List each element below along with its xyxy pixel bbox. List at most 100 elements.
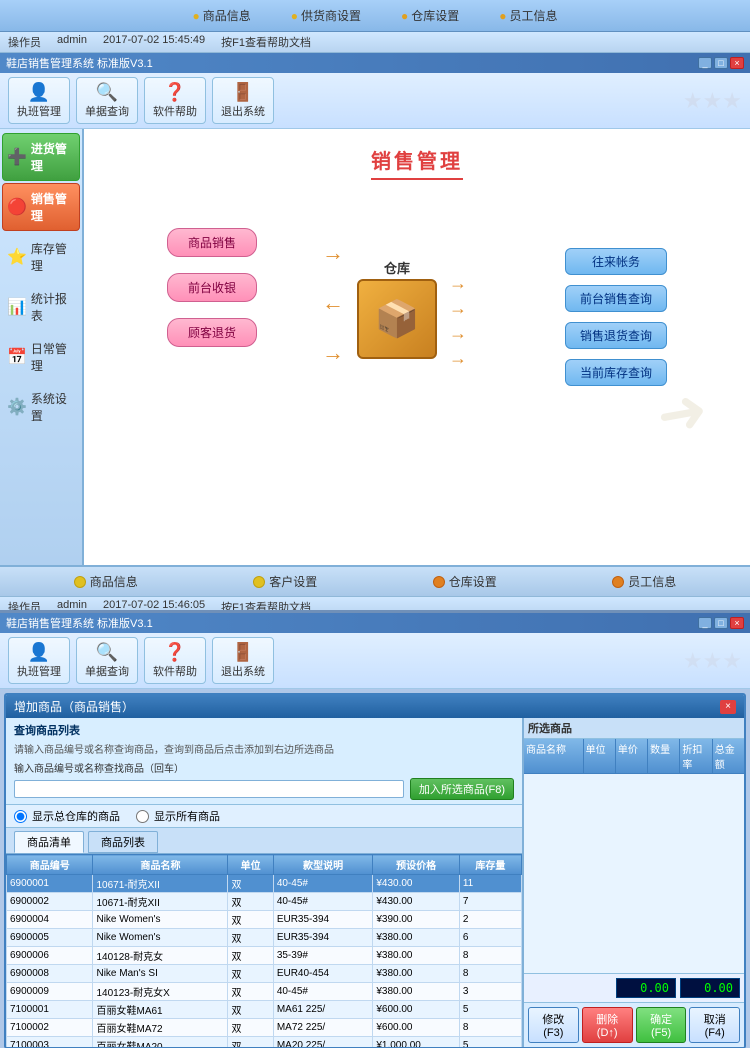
- close-btn-1[interactable]: ×: [730, 57, 744, 69]
- help-btn-2[interactable]: ❓ 软件帮助: [144, 637, 206, 684]
- operator-name-b1: admin: [57, 599, 87, 610]
- sidebar-item-sales[interactable]: 🔴 销售管理: [2, 183, 80, 231]
- bottom-nav-staff[interactable]: 员工信息: [612, 573, 676, 590]
- radio-total-warehouse[interactable]: 显示总仓库的商品: [14, 808, 120, 824]
- daily-label: 日常管理: [31, 340, 75, 374]
- sales-label: 销售管理: [31, 190, 75, 224]
- amount-total-display: 0.00: [616, 978, 676, 998]
- dialog-title-text: 增加商品（商品销售）: [14, 698, 134, 715]
- exit-icon: 🚪: [232, 82, 254, 103]
- reports-icon: 📊: [7, 297, 27, 317]
- operator-label-b1: 操作员: [8, 599, 41, 610]
- table-row[interactable]: 6900005Nike Women's双EUR35-394¥380.006: [7, 929, 522, 947]
- sel-col-name: 商品名称: [524, 739, 584, 773]
- table-row[interactable]: 7100001百丽女鞋MA61双MA61 225/¥600.005: [7, 1001, 522, 1019]
- table-row[interactable]: 690000110671-耐克XII双40-45#¥430.0011: [7, 875, 522, 893]
- query-icon: 🔍: [96, 82, 118, 103]
- table-tabs: 商品清单 商品列表: [6, 828, 522, 854]
- radio-all[interactable]: 显示所有商品: [136, 808, 220, 824]
- bottom-nav-warehouse[interactable]: 仓库设置: [433, 573, 497, 590]
- front-sales-query-btn[interactable]: 前台销售查询: [565, 285, 667, 312]
- action-buttons: 修改(F3) 删除(D↑) 确定(F5) 取消(F4): [524, 1002, 744, 1047]
- dialog-close-btn[interactable]: ×: [720, 700, 736, 714]
- help-btn[interactable]: ❓ 软件帮助: [144, 77, 206, 124]
- window2-controls: _ □ ×: [698, 617, 744, 629]
- warehouse-label: 仓库: [357, 258, 437, 277]
- table-row[interactable]: 7100003百丽女鞋MA20双MA20 225/¥1,000.005: [7, 1037, 522, 1048]
- tab-product-list-2[interactable]: 商品列表: [88, 831, 158, 853]
- help-icon: ❓: [164, 82, 186, 103]
- help-hint-b1: 按F1查看帮助文档: [221, 599, 311, 610]
- maximize-btn-2[interactable]: □: [714, 617, 728, 629]
- amount-right-display: 0.00: [680, 978, 740, 998]
- toolbar-1: 👤 执班管理 🔍 单据查询 ❓ 软件帮助 🚪 退出系统 ★★★: [0, 73, 750, 129]
- table-row[interactable]: 6900008Nike Man's SI双EUR40-454¥380.008: [7, 965, 522, 983]
- window1-title: 鞋店销售管理系统 标准版V3.1: [6, 55, 153, 71]
- add-selected-btn[interactable]: 加入所选商品(F8): [410, 778, 514, 800]
- sel-col-qty: 数量: [648, 739, 680, 773]
- minimize-btn-1[interactable]: _: [698, 57, 712, 69]
- bottom-nav-1: 商品信息 客户设置 仓库设置 员工信息: [0, 565, 750, 596]
- cancel-btn[interactable]: 取消(F4): [689, 1007, 740, 1043]
- top-nav-supplier[interactable]: ●供货商设置: [291, 7, 361, 24]
- exit-btn-2[interactable]: 🚪 退出系统: [212, 637, 274, 684]
- ledger-btn[interactable]: 往来帐务: [565, 248, 667, 275]
- exit-btn[interactable]: 🚪 退出系统: [212, 77, 274, 124]
- shift-label: 执班管理: [17, 103, 61, 119]
- sidebar-item-inventory[interactable]: ⭐ 库存管理: [2, 233, 80, 281]
- window2-title: 鞋店销售管理系统 标准版V3.1: [6, 615, 153, 631]
- sidebar-item-reports[interactable]: 📊 统计报表: [2, 283, 80, 331]
- confirm-btn[interactable]: 确定(F5): [636, 1007, 687, 1043]
- shift-btn[interactable]: 👤 执班管理: [8, 77, 70, 124]
- datetime-b1: 2017-07-02 15:46:05: [103, 599, 205, 610]
- product-table: 商品编号 商品名称 单位 款型说明 预设价格 库存量 690000110671-…: [6, 854, 522, 1047]
- sel-col-total: 总金额: [713, 739, 744, 773]
- query-label: 单据查询: [85, 103, 129, 119]
- settings-icon: ⚙️: [7, 397, 27, 417]
- datetime-1: 2017-07-02 15:45:49: [103, 34, 205, 50]
- product-search-input[interactable]: [14, 780, 404, 798]
- status-bar-1: 操作员 admin 2017-07-02 15:45:49 按F1查看帮助文档: [0, 32, 750, 53]
- selected-panel: 所选商品 商品名称 单位 单价 数量 折扣率 总金额 0.00 0.00: [524, 718, 744, 1047]
- product-sales-btn[interactable]: 商品销售: [167, 228, 257, 257]
- radio-group: 显示总仓库的商品 显示所有商品: [6, 805, 522, 828]
- status-bar-bottom-1: 操作员 admin 2017-07-02 15:46:05 按F1查看帮助文档: [0, 596, 750, 610]
- daily-icon: 📅: [7, 347, 27, 367]
- table-row[interactable]: 6900006140128-耐克女双35-39#¥380.008: [7, 947, 522, 965]
- minimize-btn-2[interactable]: _: [698, 617, 712, 629]
- operator-label: 操作员: [8, 34, 41, 50]
- tab-product-list-1[interactable]: 商品清单: [14, 831, 84, 853]
- query-btn[interactable]: 🔍 单据查询: [76, 77, 138, 124]
- table-row[interactable]: 6900004Nike Women's双EUR35-394¥390.002: [7, 911, 522, 929]
- sel-col-discount: 折扣率: [680, 739, 712, 773]
- edit-btn[interactable]: 修改(F3): [528, 1007, 579, 1043]
- maximize-btn-1[interactable]: □: [714, 57, 728, 69]
- window1-titlebar: 鞋店销售管理系统 标准版V3.1 _ □ ×: [0, 53, 750, 73]
- bottom-nav-goods[interactable]: 商品信息: [74, 573, 138, 590]
- sidebar-item-daily[interactable]: 📅 日常管理: [2, 333, 80, 381]
- sales-return-query-btn[interactable]: 销售退货查询: [565, 322, 667, 349]
- table-row[interactable]: 690000210671-耐克XII双40-45#¥430.007: [7, 893, 522, 911]
- sidebar-item-stock-in[interactable]: ➕ 进货管理: [2, 133, 80, 181]
- shift-btn-2[interactable]: 👤 执班管理: [8, 637, 70, 684]
- exit-label: 退出系统: [221, 103, 265, 119]
- col-price: 预设价格: [373, 855, 459, 875]
- delete-btn[interactable]: 删除(D↑): [582, 1007, 633, 1043]
- top-nav-staff[interactable]: ●员工信息: [499, 7, 557, 24]
- warehouse-box: 📦: [357, 279, 437, 359]
- reports-label: 统计报表: [31, 290, 75, 324]
- customer-return-btn[interactable]: 顾客退货: [167, 318, 257, 347]
- close-btn-2[interactable]: ×: [730, 617, 744, 629]
- front-cashier-btn[interactable]: 前台收银: [167, 273, 257, 302]
- operator-name-1: admin: [57, 34, 87, 50]
- query-btn-2[interactable]: 🔍 单据查询: [76, 637, 138, 684]
- top-nav-goods[interactable]: ●商品信息: [192, 7, 250, 24]
- top-nav-warehouse[interactable]: ●仓库设置: [401, 7, 459, 24]
- bottom-nav-customer[interactable]: 客户设置: [253, 573, 317, 590]
- settings-label: 系统设置: [31, 390, 75, 424]
- table-row[interactable]: 6900009140123-耐克女X双40-45#¥380.003: [7, 983, 522, 1001]
- col-product-id: 商品编号: [7, 855, 93, 875]
- sales-title: 销售管理: [371, 145, 463, 180]
- sidebar-item-settings[interactable]: ⚙️ 系统设置: [2, 383, 80, 431]
- table-row[interactable]: 7100002百丽女鞋MA72双MA72 225/¥600.008: [7, 1019, 522, 1037]
